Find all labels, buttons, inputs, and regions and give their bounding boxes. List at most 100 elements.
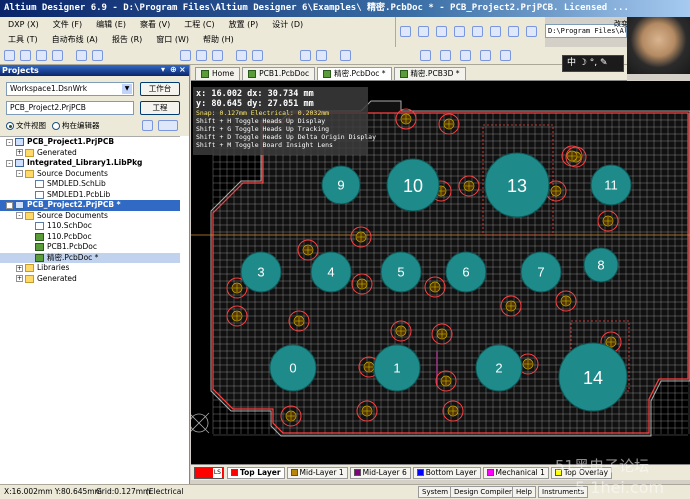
doc-tab[interactable]: 精密.PCB3D * xyxy=(393,67,466,80)
layer-tab[interactable]: Mechanical 1 xyxy=(482,466,549,479)
menu-item[interactable]: 自动布线 (A) xyxy=(52,34,98,45)
tree-item[interactable]: + Generated xyxy=(0,148,180,159)
design-compiler-button[interactable]: Design Compiler xyxy=(450,486,516,498)
print-icon[interactable] xyxy=(52,50,63,61)
doc-tab[interactable]: Home xyxy=(195,67,241,80)
panel-close-icon[interactable]: × xyxy=(179,66,187,74)
menu-item[interactable]: 工具 (T) xyxy=(8,34,38,45)
move-icon[interactable] xyxy=(252,50,263,61)
workspace-combo[interactable]: Workspace1.DsnWrk ▼ xyxy=(6,82,134,96)
layer-tab[interactable]: Bottom Layer xyxy=(412,466,481,479)
tree-item[interactable]: 精密.PcbDoc * xyxy=(0,252,180,263)
zoom-fit-icon[interactable] xyxy=(92,50,103,61)
component-icon[interactable] xyxy=(508,26,519,37)
window-title: Altium Designer 6.9 - D:\Program Files\A… xyxy=(0,0,690,17)
redo-icon[interactable] xyxy=(316,50,327,61)
layer-tab[interactable]: Mid-Layer 1 xyxy=(286,466,348,479)
layer-tab-label: Mechanical 1 xyxy=(495,467,545,477)
tree-item-label: PCB_Project1.PrjPCB xyxy=(27,137,115,146)
grid-icon[interactable] xyxy=(500,50,511,61)
arc-icon[interactable] xyxy=(454,26,465,37)
save-icon[interactable] xyxy=(36,50,47,61)
doc-tab[interactable]: PCB1.PcbDoc xyxy=(242,67,316,80)
home-icon xyxy=(201,70,209,78)
collapse-icon[interactable]: - xyxy=(6,201,13,209)
layer-swatch xyxy=(231,469,238,476)
undo-icon[interactable] xyxy=(300,50,311,61)
new-icon[interactable] xyxy=(4,50,15,61)
select-icon[interactable] xyxy=(236,50,247,61)
collapse-icon[interactable]: - xyxy=(6,138,13,146)
tree-item[interactable]: - PCB_Project2.PrjPCB * xyxy=(0,200,180,211)
hud-line-y: y: 80.645 dy: 27.051 mm xyxy=(196,99,314,109)
route-icon[interactable] xyxy=(400,26,411,37)
hud-line-x: x: 16.002 dx: 30.734 mm xyxy=(196,89,314,99)
ime-toolbar[interactable]: 中 ☽ °, ✎ xyxy=(562,55,624,72)
expand-icon[interactable]: + xyxy=(16,149,23,157)
pad-icon[interactable] xyxy=(418,26,429,37)
tree-item[interactable]: PCB1.PcbDoc xyxy=(0,242,180,253)
panel-pin-icon[interactable]: ⊕ xyxy=(170,66,178,74)
paste-icon[interactable] xyxy=(212,50,223,61)
tree-item[interactable]: SMDLED1.PcbLib xyxy=(0,190,180,201)
menu-item[interactable]: 报告 (R) xyxy=(112,34,142,45)
polygon-icon[interactable] xyxy=(526,26,537,37)
zoom-icon[interactable] xyxy=(76,50,87,61)
collapse-icon[interactable]: - xyxy=(16,170,23,178)
doc-tab[interactable]: 精密.PcbDoc * xyxy=(317,67,392,80)
tree-item[interactable]: - Source Documents xyxy=(0,169,180,180)
menu-item[interactable]: 设计 (D) xyxy=(272,19,303,30)
dimension-icon[interactable] xyxy=(480,50,491,61)
menu-item[interactable]: 放置 (P) xyxy=(229,19,259,30)
drc-icon[interactable] xyxy=(420,50,431,61)
menu-item[interactable]: 文件 (F) xyxy=(53,19,82,30)
panel-header: Projects ▾ ⊕ × xyxy=(0,65,189,76)
tree-item[interactable]: + Libraries xyxy=(0,263,180,274)
system-button[interactable]: System xyxy=(418,486,453,498)
layer-color-swatch[interactable]: LS xyxy=(194,466,224,479)
via-icon[interactable] xyxy=(436,26,447,37)
menu-item[interactable]: 察看 (V) xyxy=(140,19,170,30)
project-field[interactable]: PCB_Project2.PrjPCB xyxy=(6,101,134,115)
highlight-icon[interactable] xyxy=(340,50,351,61)
tree-item[interactable]: - PCB_Project1.PrjPCB xyxy=(0,137,180,148)
chevron-down-icon[interactable]: ▼ xyxy=(122,84,132,94)
expand-icon[interactable]: + xyxy=(16,264,23,272)
menu-item[interactable]: 帮助 (H) xyxy=(203,34,234,45)
menu-item[interactable]: 窗口 (W) xyxy=(156,34,189,45)
expand-icon[interactable]: + xyxy=(16,275,23,283)
project-button[interactable]: 工程 xyxy=(140,101,180,115)
align-icon[interactable] xyxy=(440,50,451,61)
fill-icon[interactable] xyxy=(472,26,483,37)
open-icon[interactable] xyxy=(20,50,31,61)
collapse-icon[interactable]: - xyxy=(6,159,13,167)
tree-item[interactable]: - Source Documents xyxy=(0,211,180,222)
tree-item-label: Source Documents xyxy=(37,168,108,178)
copy-icon[interactable] xyxy=(196,50,207,61)
project-options-icon[interactable] xyxy=(142,120,153,131)
help-button[interactable]: Help xyxy=(512,486,536,498)
struct-view-radio[interactable] xyxy=(52,121,60,130)
panel-menu-icon[interactable]: ▾ xyxy=(161,66,169,74)
project-menu-icon[interactable] xyxy=(158,120,178,131)
collapse-icon[interactable]: - xyxy=(16,212,23,220)
tree-item[interactable]: SMDLED.SchLib xyxy=(0,179,180,190)
tree-item[interactable]: + Generated xyxy=(0,274,180,285)
string-icon[interactable] xyxy=(490,26,501,37)
room-icon[interactable] xyxy=(460,50,471,61)
pad-label: 14 xyxy=(583,368,603,388)
file-view-radio[interactable] xyxy=(6,121,14,130)
hud-shortcut-g: Shift + G Toggle Heads Up Tracking xyxy=(196,125,330,133)
tree-item[interactable]: - Integrated_Library1.LibPkg xyxy=(0,158,180,169)
tree-item-label: Generated xyxy=(37,273,77,283)
tree-item[interactable]: 110.SchDoc xyxy=(0,221,180,232)
menu-item[interactable]: 编辑 (E) xyxy=(96,19,126,30)
tree-item[interactable]: 110.PcbDoc xyxy=(0,232,180,243)
pcb-canvas[interactable]: 9 10 13 11 3 4 5 6 7 8 0 1 2 14 x: 16.002 dx: 30.734 … xyxy=(191,81,690,464)
layer-tab[interactable]: Mid-Layer 6 xyxy=(349,466,411,479)
menu-item[interactable]: DXP (X) xyxy=(8,20,39,29)
workspace-button[interactable]: 工作台 xyxy=(140,82,180,96)
cut-icon[interactable] xyxy=(180,50,191,61)
layer-tab[interactable]: Top Layer xyxy=(227,466,285,479)
menu-item[interactable]: 工程 (C) xyxy=(184,19,214,30)
